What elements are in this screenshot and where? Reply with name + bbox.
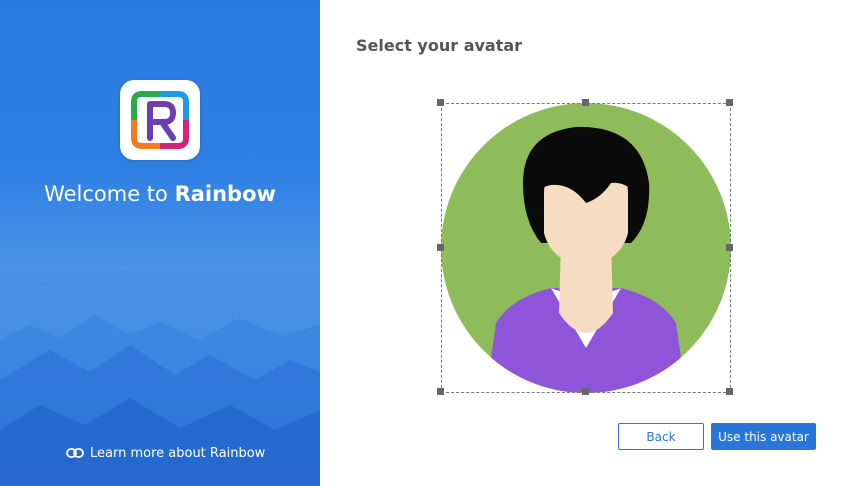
use-avatar-button[interactable]: Use this avatar (711, 423, 816, 450)
crop-selection-box[interactable] (441, 103, 731, 393)
crop-handle-left[interactable] (437, 244, 444, 251)
avatar-crop-area[interactable] (437, 99, 733, 395)
learn-more-label: Learn more about Rainbow (90, 445, 266, 461)
welcome-prefix: Welcome to (44, 182, 175, 206)
welcome-panel: Welcome to Rainbow Learn more about Rain… (0, 0, 320, 486)
crop-handle-top-right[interactable] (726, 99, 733, 106)
link-icon (66, 447, 84, 459)
learn-more-link[interactable]: Learn more about Rainbow (66, 444, 265, 462)
crop-handle-top-left[interactable] (437, 99, 444, 106)
brand-name: Rainbow (174, 182, 276, 206)
crop-handle-top[interactable] (582, 99, 589, 106)
back-button[interactable]: Back (618, 423, 704, 450)
page-title: Select your avatar (356, 36, 523, 55)
crop-handle-right[interactable] (726, 244, 733, 251)
avatar-selection-panel: Select your avatar Back Use this avatar (320, 0, 860, 486)
crop-handle-bottom-right[interactable] (726, 388, 733, 395)
crop-handle-bottom[interactable] (582, 388, 589, 395)
welcome-heading: Welcome to Rainbow (0, 182, 320, 206)
mountains-background (0, 276, 320, 486)
crop-handle-bottom-left[interactable] (437, 388, 444, 395)
rainbow-logo-icon (120, 80, 200, 160)
